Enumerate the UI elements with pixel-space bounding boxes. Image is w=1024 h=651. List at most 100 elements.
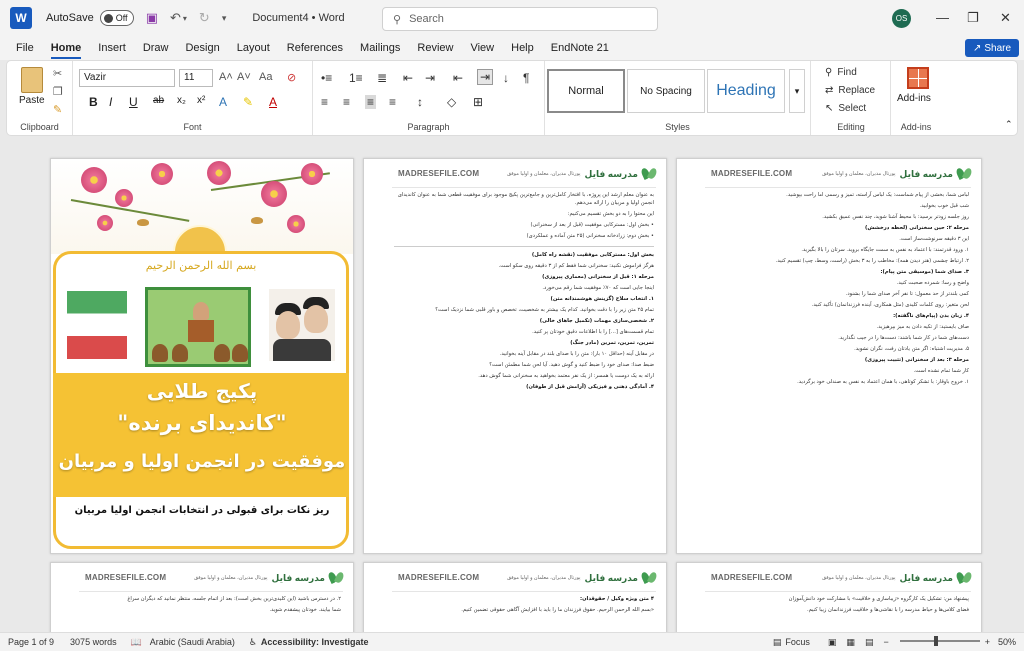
tab-insert[interactable]: Insert	[98, 42, 126, 54]
style-heading[interactable]: Heading	[707, 69, 785, 113]
read-mode-icon[interactable]: ▣	[828, 637, 837, 648]
leaders-portrait-image	[269, 289, 335, 361]
undo-icon[interactable]: ↶	[170, 10, 181, 26]
accessibility-status[interactable]: Accessibility: Investigate	[261, 637, 369, 647]
numbering-button[interactable]: 1≡	[349, 71, 363, 85]
style-no-spacing[interactable]: No Spacing	[627, 69, 705, 113]
multilevel-list-button[interactable]: ≣	[377, 71, 387, 85]
strikethrough-button[interactable]: ab	[153, 95, 164, 106]
print-layout-icon[interactable]: ▦	[846, 637, 855, 648]
tab-draw[interactable]: Draw	[143, 42, 169, 54]
rtl-direction-icon[interactable]: ⇤	[453, 71, 463, 85]
shading-button[interactable]: ◇	[447, 95, 456, 109]
cover-footer-text: ریز نکات برای قبولی در انتخابات انجمن او…	[74, 505, 330, 516]
text-effects-icon[interactable]: A	[219, 95, 227, 109]
minimize-icon[interactable]: —	[936, 10, 949, 25]
font-name-select[interactable]: Vazir	[79, 69, 175, 87]
web-layout-icon[interactable]: ▤	[865, 637, 874, 648]
tab-home[interactable]: Home	[50, 42, 81, 59]
undo-dropdown-icon[interactable]: ▾	[183, 14, 187, 23]
align-right-button[interactable]: ≡	[365, 95, 377, 109]
decrease-indent-button[interactable]: ⇤	[403, 71, 413, 85]
search-placeholder: Search	[409, 13, 444, 25]
language-indicator[interactable]: Arabic (Saudi Arabia)	[150, 637, 235, 647]
font-color-button[interactable]: A	[269, 95, 277, 109]
zoom-level[interactable]: 50%	[998, 637, 1016, 647]
tab-help[interactable]: Help	[511, 42, 534, 54]
subscript-button[interactable]: x₂	[177, 95, 186, 106]
focus-button[interactable]: Focus	[785, 637, 810, 647]
tab-view[interactable]: View	[470, 42, 494, 54]
highlight-icon[interactable]: ✎	[243, 95, 253, 109]
save-icon[interactable]: ▣	[146, 10, 158, 26]
cut-icon[interactable]: ✂	[53, 67, 62, 80]
tab-file[interactable]: File	[16, 42, 34, 54]
tab-review[interactable]: Review	[417, 42, 453, 54]
section-heading: تمرین، تمرین، تمرین (مادر جنگ)	[570, 340, 654, 346]
addins-button[interactable]: Add-ins	[897, 93, 931, 104]
tab-references[interactable]: References	[287, 42, 343, 54]
tab-mailings[interactable]: Mailings	[360, 42, 400, 54]
collapse-ribbon-icon[interactable]: ⌃	[1005, 119, 1013, 130]
leaf-logo-icon	[329, 571, 343, 585]
zoom-in-icon[interactable]: +	[985, 637, 990, 647]
align-center-button[interactable]: ≡	[343, 95, 350, 109]
select-button[interactable]: ↖ Select	[825, 103, 866, 114]
page-count[interactable]: Page 1 of 9	[8, 637, 54, 647]
tab-design[interactable]: Design	[185, 42, 219, 54]
line-spacing-button[interactable]: ↕	[417, 95, 423, 109]
borders-button[interactable]: ⊞	[473, 95, 483, 109]
replace-icon: ⇄	[825, 85, 834, 96]
styles-more-button[interactable]: ▾	[789, 69, 805, 113]
close-icon[interactable]: ✕	[1000, 10, 1011, 26]
increase-indent-button[interactable]: ⇥	[425, 71, 435, 85]
zoom-out-icon[interactable]: −	[883, 637, 888, 647]
brand-subtitle: پورتال مدیران، معلمان و اولیا موفق	[822, 171, 896, 177]
proofing-icon[interactable]: 📖	[131, 637, 142, 648]
zoom-slider-thumb[interactable]	[934, 636, 938, 646]
paste-icon[interactable]	[21, 67, 43, 93]
replace-button[interactable]: ⇄ Replace	[825, 85, 875, 96]
superscript-button[interactable]: x²	[197, 95, 205, 106]
autosave-toggle[interactable]: Off	[99, 10, 134, 26]
redo-icon[interactable]: ↻	[199, 10, 210, 26]
leaf-logo-icon	[957, 571, 971, 585]
restore-icon[interactable]: ❐	[967, 10, 979, 26]
search-box[interactable]: ⚲ Search	[382, 7, 658, 31]
change-case-button[interactable]: Aa	[259, 71, 272, 83]
page-header-site: MADRESEFILE.COM	[398, 573, 480, 582]
flower-icon	[261, 181, 287, 207]
document-canvas[interactable]: بسم الله الرحمن الرحیم پکیج طلایی "کاندی…	[0, 140, 1024, 632]
find-button[interactable]: ⚲ Find	[825, 67, 857, 78]
align-left-button[interactable]: ≡	[321, 95, 328, 109]
copy-icon[interactable]: ❐	[53, 85, 63, 98]
addins-icon[interactable]	[907, 67, 929, 89]
word-count[interactable]: 3075 words	[70, 637, 117, 647]
style-normal[interactable]: Normal	[547, 69, 625, 113]
paste-button[interactable]: Paste	[19, 95, 45, 106]
customize-toolbar-icon[interactable]: ▾	[222, 13, 227, 24]
section-heading: مرحله ۲: حین سخنرانی (لحظه درخشش)	[864, 225, 969, 231]
ltr-direction-icon[interactable]: ⇥	[477, 69, 494, 85]
user-avatar[interactable]: OS	[892, 9, 911, 28]
show-marks-button[interactable]: ¶	[523, 71, 529, 85]
shrink-font-button[interactable]: A˅	[237, 71, 251, 83]
grow-font-button[interactable]: A˄	[219, 71, 233, 83]
font-size-select[interactable]: 11	[179, 69, 213, 87]
bullets-button[interactable]: •≡	[321, 71, 332, 85]
flower-icon	[207, 161, 231, 185]
paragraph-label: Paragraph	[407, 122, 450, 132]
clear-format-icon[interactable]: ⊘	[287, 71, 296, 84]
format-painter-icon[interactable]: ✎	[53, 103, 62, 116]
bold-button[interactable]: B	[89, 95, 98, 109]
section-heading: ۴. آمادگی ذهنی و فیزیکی (آرامش قبل از طو…	[526, 384, 654, 390]
paragraph: ۲. در دسترس باشید (این کلیدی‌ترین بخش اس…	[127, 596, 341, 602]
justify-button[interactable]: ≡	[389, 95, 396, 109]
zoom-slider-track[interactable]	[900, 640, 980, 642]
sort-button[interactable]: ↓	[503, 71, 509, 85]
italic-button[interactable]: I	[109, 95, 112, 109]
underline-button[interactable]: U	[129, 95, 138, 109]
tab-layout[interactable]: Layout	[237, 42, 270, 54]
tab-endnote[interactable]: EndNote 21	[551, 42, 609, 54]
share-button[interactable]: ↗ Share	[965, 39, 1019, 57]
